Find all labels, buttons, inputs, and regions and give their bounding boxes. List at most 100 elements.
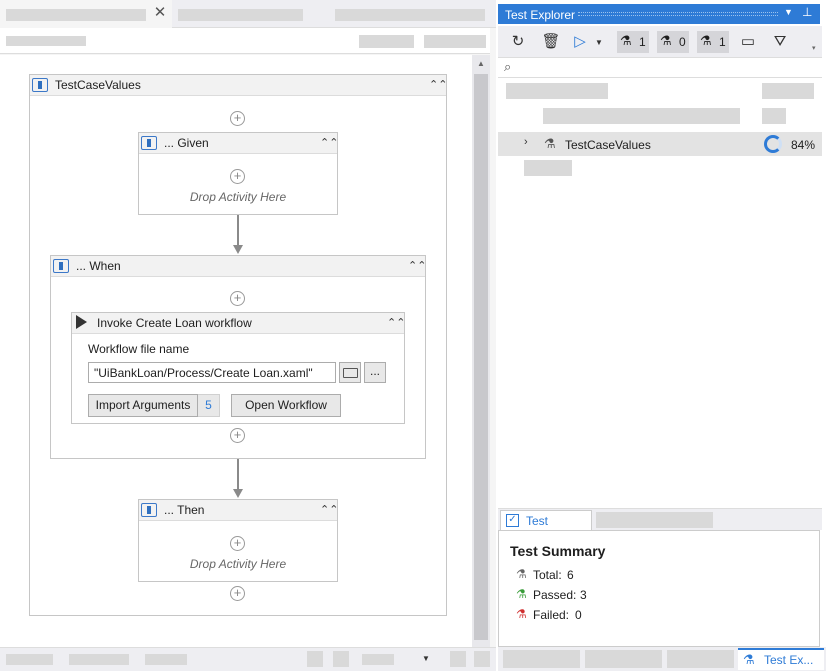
sequence-icon [32, 78, 48, 92]
sequence-icon [141, 503, 157, 517]
failed-filter-button[interactable]: ⚗ 0 [657, 31, 689, 53]
notrun-filter-button[interactable]: ⚗ 1 [697, 31, 729, 53]
collapse-icon[interactable]: ⌃⌃ [408, 260, 426, 274]
run-icon[interactable]: ▷ [570, 32, 590, 52]
redacted-zoom[interactable] [362, 654, 394, 665]
chevron-right-icon[interactable]: › [524, 136, 528, 148]
collapse-icon[interactable]: ⌃⌃ [320, 137, 338, 151]
coverage-value: 84% [791, 138, 816, 152]
redacted-tool-tab[interactable] [503, 650, 580, 668]
expression-editor-button[interactable]: ... [364, 362, 386, 383]
tab-test-results[interactable]: ✓ Test Results [500, 510, 592, 542]
collapse-icon[interactable]: ⌃⌃ [387, 317, 405, 331]
add-activity-icon[interactable]: + [230, 536, 245, 551]
redacted-status-icon[interactable] [333, 651, 349, 667]
redacted-status-item[interactable] [6, 654, 53, 665]
chevron-down-icon[interactable]: ▼ [422, 654, 430, 663]
filter-icon[interactable]: ⛛ [770, 32, 790, 52]
flask-failed-icon: ⚗ [516, 607, 527, 621]
add-activity-icon[interactable]: + [230, 586, 245, 601]
passed-value: 3 [580, 588, 587, 602]
redacted-tab[interactable] [335, 9, 485, 21]
sequence-icon [141, 136, 157, 150]
flask-icon: ⚗ [700, 33, 712, 48]
given-title: ... Given [164, 136, 209, 150]
folder-browse-button[interactable] [339, 362, 361, 383]
collapse-icon[interactable]: ⌃⌃ [429, 79, 447, 93]
flask-passed-icon: ⚗ [620, 33, 632, 48]
redacted-button[interactable] [359, 35, 414, 48]
redacted-tool-tab[interactable] [667, 650, 734, 668]
collapse-icon[interactable]: ⌃⌃ [320, 504, 338, 518]
search-icon: ⌕ [504, 59, 512, 74]
open-workflow-button[interactable]: Open Workflow [231, 394, 341, 417]
connector-arrow [233, 489, 243, 498]
redacted-tree-item[interactable] [524, 160, 572, 176]
connector-line [237, 215, 239, 245]
import-arguments-button[interactable]: Import Arguments [88, 394, 198, 417]
redacted-tab[interactable] [178, 9, 303, 21]
redacted-status-item[interactable] [69, 654, 129, 665]
title-grip [578, 12, 778, 16]
flask-passed-icon: ⚗ [516, 587, 527, 601]
chevron-down-icon[interactable]: ▼ [595, 38, 603, 47]
failed-label: Failed: [533, 608, 570, 622]
workflow-file-label: Workflow file name [88, 342, 190, 356]
pin-icon[interactable]: ⊥ [802, 5, 812, 19]
scroll-up-icon[interactable]: ▲ [474, 57, 488, 71]
test-explorer-title-bar: Test Explorer ▼ ⊥ [498, 4, 820, 24]
connector-line [237, 459, 239, 489]
redacted-status-item[interactable] [145, 654, 187, 665]
redacted-status-icon[interactable] [450, 651, 466, 667]
then-title: ... Then [164, 503, 205, 517]
redacted-tool-tab[interactable] [585, 650, 662, 668]
add-activity-icon[interactable]: + [230, 291, 245, 306]
redacted-tree-item[interactable] [543, 108, 740, 124]
outer-sequence-title: TestCaseValues [55, 78, 141, 92]
flask-icon: ⚗ [544, 136, 556, 151]
tab-test-explorer-label: Test Ex... [764, 653, 814, 667]
total-label: Total: [533, 568, 562, 582]
close-icon[interactable]: ✕ [152, 5, 168, 21]
scrollbar-thumb[interactable] [474, 74, 488, 640]
redacted-tree-item[interactable] [506, 83, 608, 99]
when-title: ... When [76, 259, 121, 273]
redacted-tab-title [6, 9, 146, 21]
flask-icon: ⚗ [743, 652, 755, 667]
redacted-tree-value [762, 83, 814, 99]
workflow-file-input[interactable]: "UiBankLoan/Process/Create Loan.xaml" [88, 362, 336, 383]
trash-icon[interactable]: 🗑 [541, 32, 561, 52]
summary-title: Test Summary [510, 543, 606, 559]
drop-activity-placeholder: Drop Activity Here [189, 190, 287, 204]
toolbar-overflow-icon[interactable]: ▾ [812, 44, 816, 52]
test-explorer-title: Test Explorer [505, 8, 576, 22]
flask-icon: ⚗ [516, 567, 527, 581]
connector-arrow [233, 245, 243, 254]
drop-activity-placeholder: Drop Activity Here [189, 557, 287, 571]
add-activity-icon[interactable]: + [230, 428, 245, 443]
passed-filter-button[interactable]: ⚗ 1 [617, 31, 649, 53]
checkbox-icon: ✓ [506, 514, 519, 527]
redacted-status-icon[interactable] [307, 651, 323, 667]
window-icon[interactable]: ▭ [738, 32, 758, 52]
add-activity-icon[interactable]: + [230, 111, 245, 126]
redacted-status-icon[interactable] [474, 651, 490, 667]
total-value: 6 [567, 568, 574, 582]
passed-label: Passed: [533, 588, 577, 602]
tab-test-explorer[interactable]: ⚗ Test Ex... [738, 648, 824, 670]
argument-count-badge: 5 [198, 394, 220, 417]
test-search-input[interactable]: ⌕ [498, 58, 822, 78]
notrun-count: 1 [719, 35, 726, 49]
invoke-workflow-icon [76, 315, 87, 329]
coverage-ring-icon [764, 135, 782, 153]
invoke-title: Invoke Create Loan workflow [97, 316, 252, 330]
chevron-down-icon[interactable]: ▼ [784, 7, 793, 17]
add-activity-icon[interactable]: + [230, 169, 245, 184]
failed-count: 0 [679, 35, 686, 49]
redacted-button[interactable] [424, 35, 486, 48]
redacted-tab[interactable] [596, 512, 713, 528]
tree-row-label: TestCaseValues [565, 138, 651, 152]
redacted-breadcrumb[interactable] [6, 36, 86, 46]
refresh-icon[interactable]: ↻ [508, 32, 528, 52]
